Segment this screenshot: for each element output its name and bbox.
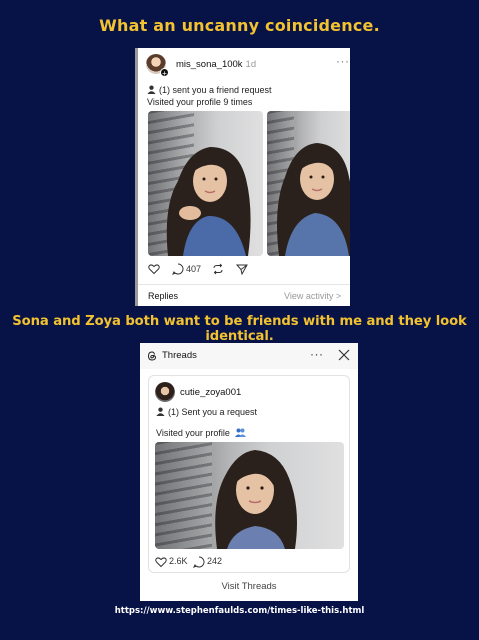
divider bbox=[138, 284, 350, 285]
close-icon[interactable] bbox=[338, 349, 350, 361]
more-icon[interactable]: ··· bbox=[310, 347, 324, 361]
post-actions: 2.6K 242 bbox=[155, 556, 345, 568]
repost-icon[interactable] bbox=[212, 263, 224, 275]
caption-top: What an uncanny coincidence. bbox=[99, 16, 380, 35]
heart-icon[interactable] bbox=[148, 263, 160, 275]
post-actions: 407 bbox=[148, 263, 348, 277]
share-icon[interactable] bbox=[236, 263, 248, 275]
threads-notification-card: Threads ··· cutie_zoya001 (1) Sent you a… bbox=[140, 343, 358, 601]
username[interactable]: cutie_zoya001 bbox=[180, 387, 241, 398]
visited-profile-line: Visited your profile bbox=[156, 428, 247, 438]
person-icon bbox=[156, 407, 165, 416]
comment-count: 242 bbox=[207, 556, 223, 566]
people-emoji-icon bbox=[235, 428, 247, 437]
person-icon bbox=[147, 85, 156, 94]
replies-tab[interactable]: Replies bbox=[148, 291, 178, 301]
post-photo-2[interactable] bbox=[267, 111, 350, 256]
friend-request-line: (1) sent you a friend request bbox=[147, 85, 272, 95]
username[interactable]: mis_sona_100k 1d bbox=[176, 59, 256, 70]
post-header: + mis_sona_100k 1d ··· bbox=[146, 54, 349, 78]
source-url: https://www.stephenfaulds.com/times-like… bbox=[114, 606, 365, 616]
avatar[interactable] bbox=[155, 382, 175, 402]
profile-photo[interactable] bbox=[155, 442, 344, 549]
more-icon[interactable]: ··· bbox=[336, 54, 350, 68]
plus-icon[interactable]: + bbox=[160, 68, 169, 78]
request-line: (1) Sent you a request bbox=[156, 407, 257, 417]
like-count: 2.6K bbox=[169, 556, 188, 566]
notification-body: cutie_zoya001 (1) Sent you a request Vis… bbox=[148, 375, 350, 573]
app-title: Threads bbox=[162, 350, 197, 361]
post-photo-1[interactable] bbox=[148, 111, 263, 256]
visited-profile-line: Visited your profile 9 times bbox=[147, 97, 253, 107]
view-activity-link[interactable]: View activity > bbox=[284, 291, 341, 301]
comment-icon[interactable] bbox=[172, 263, 184, 275]
visit-threads-button[interactable]: Visit Threads bbox=[140, 581, 358, 592]
comment-count: 407 bbox=[186, 264, 202, 274]
caption-middle: Sona and Zoya both want to be friends wi… bbox=[12, 314, 467, 344]
post-card-sona: + mis_sona_100k 1d ··· (1) sent you a fri… bbox=[135, 48, 350, 306]
threads-logo-icon bbox=[147, 351, 157, 361]
heart-icon[interactable] bbox=[155, 556, 167, 568]
post-time: 1d bbox=[245, 59, 257, 70]
threads-title-bar: Threads ··· bbox=[140, 343, 358, 369]
comment-icon[interactable] bbox=[193, 556, 205, 568]
